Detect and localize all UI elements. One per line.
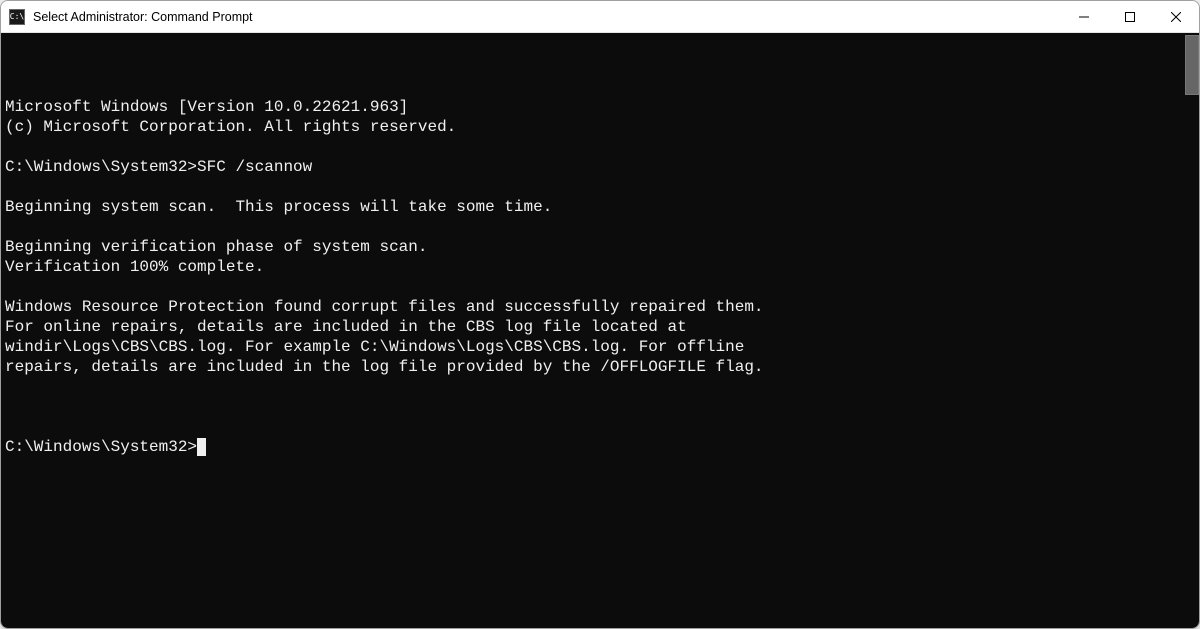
close-button[interactable]	[1153, 1, 1199, 33]
maximize-icon	[1125, 12, 1135, 22]
terminal-line: Windows Resource Protection found corrup…	[5, 297, 1199, 317]
titlebar-left: C:\ Select Administrator: Command Prompt	[9, 9, 253, 25]
terminal-line	[5, 137, 1199, 157]
terminal-line: Beginning verification phase of system s…	[5, 237, 1199, 257]
terminal-line: For online repairs, details are included…	[5, 317, 1199, 337]
terminal-line	[5, 217, 1199, 237]
window-controls	[1061, 1, 1199, 32]
terminal-line: Beginning system scan. This process will…	[5, 197, 1199, 217]
titlebar[interactable]: C:\ Select Administrator: Command Prompt	[1, 1, 1199, 33]
terminal-line: Verification 100% complete.	[5, 257, 1199, 277]
terminal-line: Microsoft Windows [Version 10.0.22621.96…	[5, 97, 1199, 117]
scrollbar-thumb[interactable]	[1185, 35, 1199, 95]
current-prompt-line: C:\Windows\System32>	[5, 437, 1199, 457]
terminal-line: windir\Logs\CBS\CBS.log. For example C:\…	[5, 337, 1199, 357]
window-title: Select Administrator: Command Prompt	[33, 10, 253, 24]
terminal-line	[5, 377, 1199, 397]
current-prompt: C:\Windows\System32>	[5, 438, 197, 456]
minimize-button[interactable]	[1061, 1, 1107, 33]
command-prompt-window: C:\ Select Administrator: Command Prompt…	[0, 0, 1200, 629]
terminal-lines: Microsoft Windows [Version 10.0.22621.96…	[5, 97, 1199, 397]
terminal-line: (c) Microsoft Corporation. All rights re…	[5, 117, 1199, 137]
terminal-line: repairs, details are included in the log…	[5, 357, 1199, 377]
cmd-icon: C:\	[9, 9, 25, 25]
close-icon	[1171, 12, 1181, 22]
terminal-line	[5, 177, 1199, 197]
terminal-output[interactable]: Microsoft Windows [Version 10.0.22621.96…	[1, 33, 1199, 628]
terminal-line: C:\Windows\System32>SFC /scannow	[5, 157, 1199, 177]
minimize-icon	[1079, 12, 1089, 22]
maximize-button[interactable]	[1107, 1, 1153, 33]
cursor-icon	[197, 438, 206, 456]
terminal-line	[5, 277, 1199, 297]
